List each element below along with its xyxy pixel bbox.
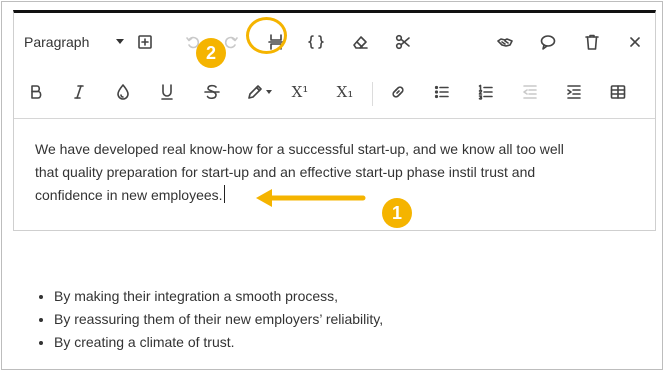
highlight-ring [246,17,287,54]
numbered-list-button[interactable] [473,80,499,104]
bold-icon [31,85,42,99]
callout-badge-1: 1 [382,198,412,228]
trash-icon [585,34,599,50]
delete-button[interactable] [579,30,605,54]
bullet-list-icon [434,85,449,99]
superscript-icon: X¹ [291,83,309,101]
close-button[interactable] [622,30,648,54]
list-item: By making their integration a smooth pro… [54,285,383,308]
list-item: By reassuring them of their new employer… [54,308,383,331]
table-button[interactable] [605,80,631,104]
highlight-button[interactable] [242,80,276,104]
outdent-button[interactable] [517,80,543,104]
list-item: By creating a climate of trust. [54,331,383,354]
indent-button[interactable] [561,80,587,104]
clear-format-button[interactable] [347,30,373,54]
numbered-list-icon [478,84,493,100]
indent-icon [567,85,581,99]
comment-icon [540,35,556,50]
scissors-icon [395,34,410,50]
italic-button[interactable] [66,80,92,104]
insert-block-button[interactable] [132,30,158,54]
accessibility-button[interactable] [492,30,518,54]
paragraph-format-select[interactable]: Paragraph [24,31,128,53]
toolbar-row-2: X¹ X₁ [14,68,655,116]
code-braces-icon [308,35,324,49]
color-drop-icon [117,84,129,100]
paragraph-format-label: Paragraph [24,34,90,50]
bullet-list: By making their integration a smooth pro… [34,285,383,354]
toolbar-row-1: Paragraph [14,18,655,66]
underline-icon [161,84,173,100]
page-frame: Paragraph X¹ X₁ We have developed real k… [1,1,663,370]
accessibility-icon [497,38,513,47]
arrow-icon [256,189,366,207]
paragraph-line: We have developed real know-how for a su… [35,141,564,157]
insert-block-icon [138,35,152,49]
highlighter-icon [248,85,262,99]
subscript-button[interactable]: X₁ [332,80,358,104]
text-cursor [223,185,225,203]
paragraph-line: that quality preparation for start-up an… [35,164,536,180]
source-code-button[interactable] [303,30,329,54]
outdent-icon [523,85,537,99]
toolbar-separator [14,118,655,119]
toolbar-divider [372,82,373,106]
text-color-button[interactable] [110,80,136,104]
superscript-button[interactable]: X¹ [287,80,313,104]
paragraph-line: confidence in new employees. [35,187,223,203]
callout-badge-2: 2 [196,38,226,68]
eraser-icon [353,36,368,49]
bold-button[interactable] [23,80,49,104]
bullet-list-button[interactable] [429,80,455,104]
link-icon [392,86,404,98]
comment-button[interactable] [535,30,561,54]
italic-icon [74,85,84,99]
subscript-icon: X₁ [336,83,354,101]
strikethrough-icon [204,84,220,99]
underline-button[interactable] [154,80,180,104]
chevron-down-icon [266,90,272,94]
table-icon [610,85,626,99]
link-button[interactable] [385,80,411,104]
cut-button[interactable] [390,30,416,54]
strikethrough-button[interactable] [199,80,225,104]
chevron-down-icon [116,39,124,44]
close-icon [630,37,640,47]
